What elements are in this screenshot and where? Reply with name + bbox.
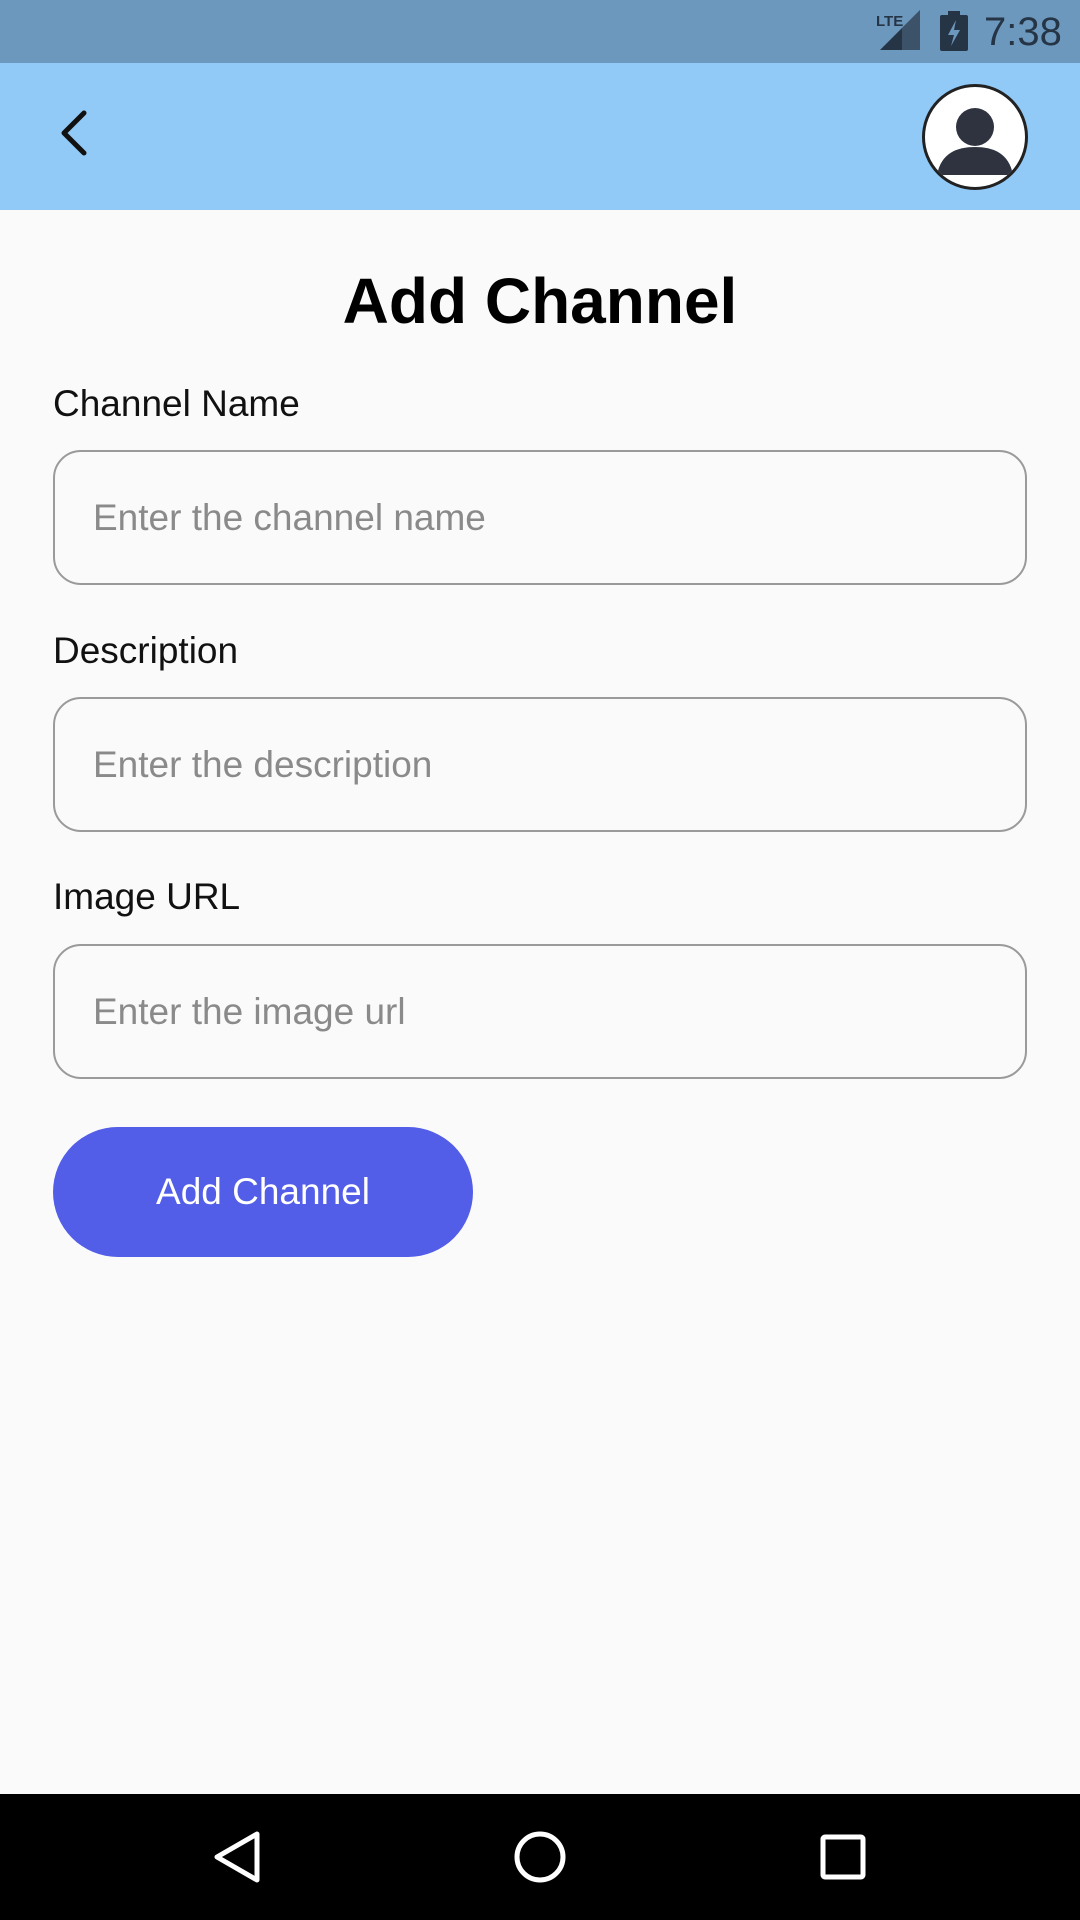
account-circle-icon: [937, 108, 1013, 175]
add-channel-screen: LTE 7:38 Add Channel Channel Name Descri…: [0, 0, 1080, 1920]
nav-home-icon: [514, 1831, 566, 1883]
avatar-button[interactable]: [922, 84, 1028, 190]
status-time: 7:38: [984, 10, 1062, 54]
description-input[interactable]: [53, 697, 1027, 832]
lte-label: LTE: [876, 13, 903, 30]
nav-recents-button[interactable]: [808, 1822, 878, 1892]
description-label: Description: [53, 630, 239, 671]
back-button[interactable]: [40, 93, 106, 173]
nav-back-button[interactable]: [202, 1822, 272, 1892]
channel-name-input[interactable]: [53, 450, 1027, 585]
image-url-label: Image URL: [53, 876, 241, 917]
lte-signal-icon: LTE: [876, 10, 920, 50]
page-title: Add Channel: [342, 265, 738, 337]
back-arrow-icon: [61, 110, 87, 156]
battery-charging-icon: [940, 11, 968, 51]
status-bar: LTE 7:38: [0, 0, 1080, 63]
nav-home-button[interactable]: [505, 1822, 575, 1892]
nav-recents-icon: [820, 1834, 866, 1880]
system-nav-bar: [0, 1794, 1080, 1920]
image-url-input[interactable]: [53, 944, 1027, 1079]
nav-back-icon: [214, 1831, 260, 1883]
app-bar: [0, 63, 1080, 210]
add-channel-button[interactable]: Add Channel: [53, 1127, 473, 1257]
channel-name-label: Channel Name: [53, 383, 300, 424]
